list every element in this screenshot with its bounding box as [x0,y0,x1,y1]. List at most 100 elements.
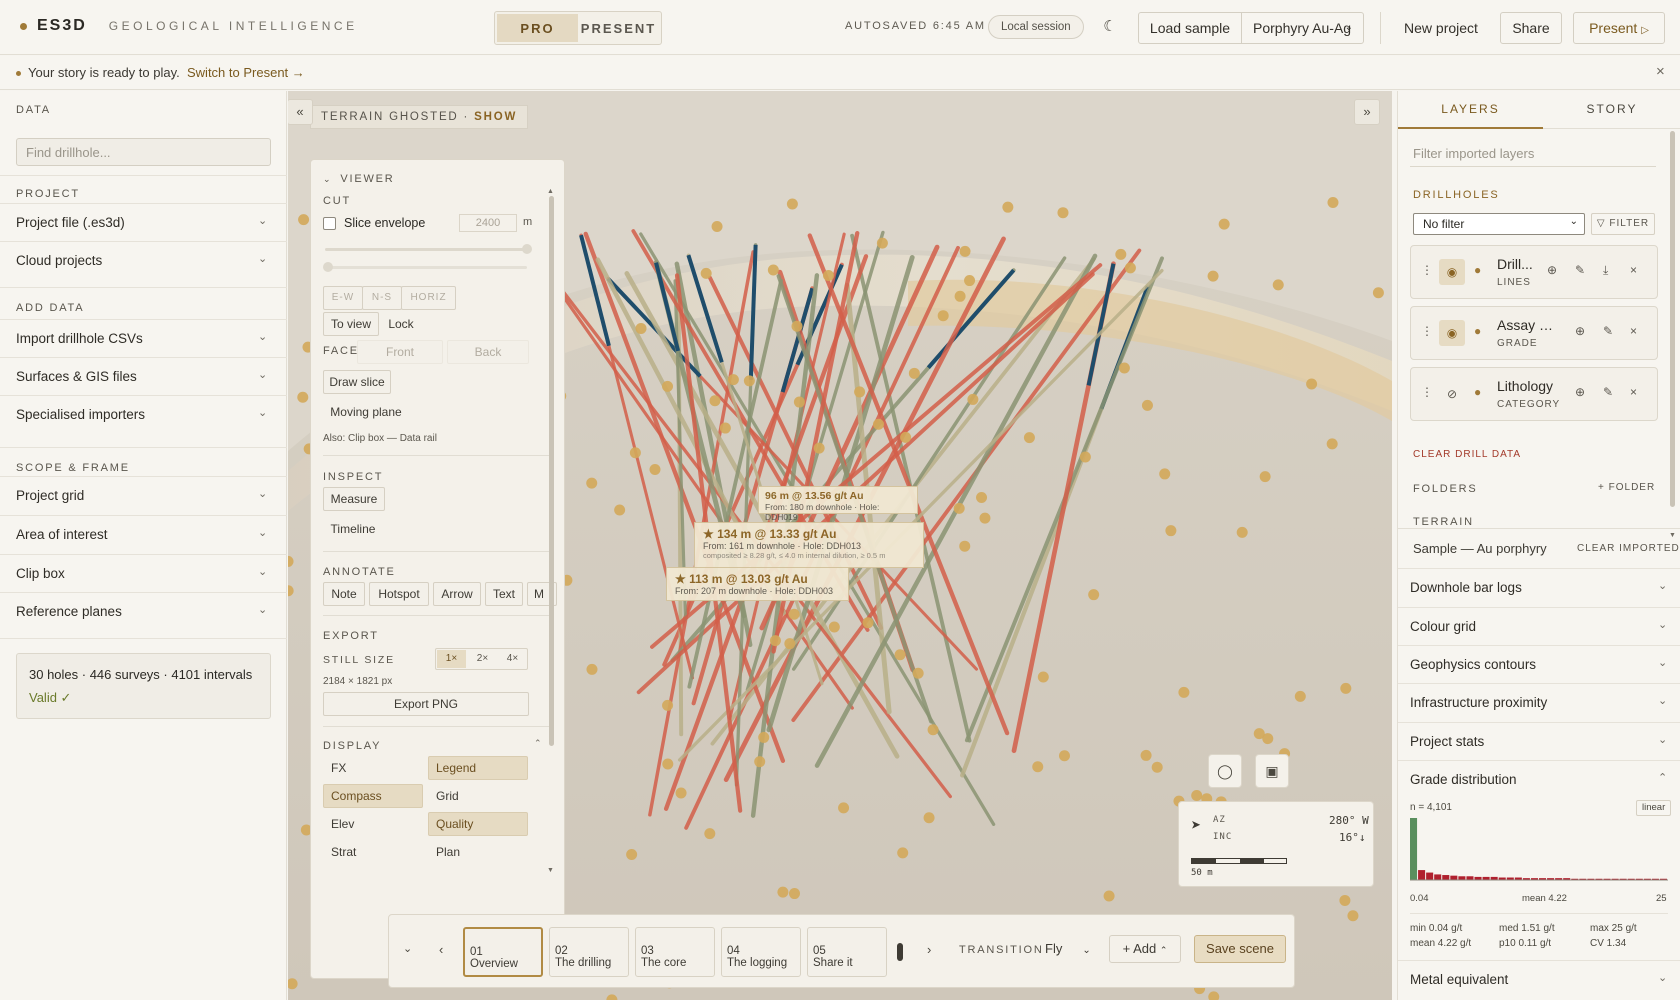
collar-point[interactable] [937,310,949,322]
lock-button[interactable]: Lock [381,312,421,336]
display-grid-toggle[interactable]: Grid [428,784,528,808]
moving-plane-button[interactable]: Moving plane [323,400,409,424]
accordion-reference-planes[interactable]: Reference planes ⌄ [0,592,287,630]
add-scene-button[interactable]: + Add ⌃ [1109,935,1181,963]
eye-icon[interactable]: ◉ [1439,320,1465,346]
accordion-infrastructure-proximity[interactable]: Infrastructure proximity ⌄ [1398,683,1680,721]
target-icon[interactable]: ⊕ [1547,263,1557,277]
collar-point[interactable] [1207,270,1219,282]
collar-point[interactable] [793,396,805,408]
display-quality-toggle[interactable]: Quality [428,812,528,836]
collar-point[interactable] [1218,218,1230,230]
mode-pro-button[interactable]: PRO [497,14,578,42]
slice-value-input[interactable]: 2400 [459,214,517,232]
collar-point[interactable] [1037,671,1049,683]
collar-point[interactable] [614,504,626,516]
collar-point[interactable] [908,367,920,379]
collapse-right-icon[interactable]: » [1354,99,1380,125]
accordion-project-file[interactable]: Project file (.es3d) ⌄ [0,203,287,241]
color-swatch-icon[interactable]: ● [1474,385,1481,399]
viewer-scrollbar[interactable] [549,196,554,746]
switch-to-present-link[interactable]: Switch to Present → [187,65,305,80]
slice-envelope-checkbox[interactable] [323,217,336,230]
share-button[interactable]: Share [1500,12,1562,44]
annotate-note-button[interactable]: Note [323,582,365,606]
terrain-show-action[interactable]: SHOW [474,111,517,123]
slice-range-track[interactable] [325,244,532,254]
tab-story[interactable]: STORY [1543,91,1680,129]
collar-point[interactable] [1347,910,1359,922]
collar-point[interactable] [894,649,906,661]
scene-card[interactable]: 02 The drilling [549,927,629,977]
annotate-hotspot-button[interactable]: Hotspot [369,582,429,606]
to-view-button[interactable]: To view [323,312,379,336]
pencil-icon[interactable]: ✎ [1603,385,1613,399]
collar-point[interactable] [754,756,766,768]
annotate-text-button[interactable]: Text [485,582,523,606]
axis-ew-button[interactable]: E-W [323,286,363,310]
accordion-project-grid[interactable]: Project grid ⌄ [0,476,287,514]
drag-handle-icon[interactable]: ⋮ [1421,324,1433,338]
collar-point[interactable] [649,463,661,475]
clear-imported-button[interactable]: CLEAR IMPORTED [1577,543,1680,554]
pencil-icon[interactable]: ✎ [1575,263,1585,277]
collar-point[interactable] [1294,690,1306,702]
collar-point[interactable] [813,442,825,454]
scroll-down-icon[interactable]: ▼ [547,867,554,874]
collar-point[interactable] [900,431,912,443]
collar-point[interactable] [1259,471,1271,483]
collar-point[interactable] [1327,196,1339,208]
axis-horiz-button[interactable]: HORIZ [401,286,456,310]
collar-point[interactable] [711,221,723,233]
color-swatch-icon[interactable]: ● [1474,263,1481,277]
add-folder-button[interactable]: + FOLDER [1598,482,1655,493]
accordion-specialised-importers[interactable]: Specialised importers ⌄ [0,395,287,433]
load-sample-button[interactable]: Load sample [1138,12,1242,44]
accordion-cloud-projects[interactable]: Cloud projects ⌄ [0,241,287,279]
download-icon[interactable]: ⤓ [1603,263,1608,278]
target-icon[interactable]: ⊕ [1575,324,1585,338]
eye-off-icon[interactable]: ⊘ [1439,381,1465,407]
layer-card-assay[interactable]: ⋮ ◉ ● Assay · ... GRADE ⊕ ✎ × [1410,306,1658,360]
drag-handle-icon[interactable]: ⋮ [1421,263,1433,277]
scroll-up-icon[interactable]: ▲ [547,188,554,195]
collar-point[interactable] [1118,362,1130,374]
collar-point[interactable] [979,512,991,524]
timeline-button[interactable]: Timeline [323,517,383,541]
collar-point[interactable] [586,663,598,675]
terrain-ghosted-toggle[interactable]: TERRAIN GHOSTED · SHOW [310,105,529,129]
collar-point[interactable] [1372,287,1384,299]
face-back-button[interactable]: Back [447,340,529,364]
collar-point[interactable] [1103,890,1115,902]
collar-point[interactable] [876,237,888,249]
collar-point[interactable] [967,393,979,405]
display-compass-toggle[interactable]: Compass [323,784,423,808]
collar-point[interactable] [1023,432,1035,444]
collar-point[interactable] [862,617,874,629]
collar-point[interactable] [959,245,971,257]
collar-point[interactable] [1002,201,1014,213]
collar-point[interactable] [626,849,638,861]
collar-point[interactable] [662,758,674,770]
collar-point[interactable] [828,621,840,633]
close-icon[interactable]: × [1656,63,1665,80]
collar-point[interactable] [700,267,712,279]
size-4x-button[interactable]: 4× [498,650,527,668]
drillhole-filter-select[interactable]: No filter ⌄ [1413,213,1585,235]
layers-scrollbar[interactable] [1670,131,1675,507]
collar-point[interactable] [1032,761,1044,773]
collar-point[interactable] [927,724,939,736]
display-strat-toggle[interactable]: Strat [323,840,423,864]
scene-card[interactable]: 03 The core [635,927,715,977]
collar-point[interactable] [1339,894,1351,906]
collar-point[interactable] [854,386,866,398]
collar-point[interactable] [777,886,789,898]
collar-point[interactable] [586,477,598,489]
display-legend-toggle[interactable]: Legend [428,756,528,780]
collar-point[interactable] [743,375,755,387]
face-front-button[interactable]: Front [357,340,443,364]
sample-select[interactable]: Porphyry Au-Ag ⌄ [1241,12,1364,44]
display-fx-toggle[interactable]: FX [323,756,423,780]
collar-point[interactable] [784,638,796,650]
pencil-icon[interactable]: ✎ [1603,324,1613,338]
